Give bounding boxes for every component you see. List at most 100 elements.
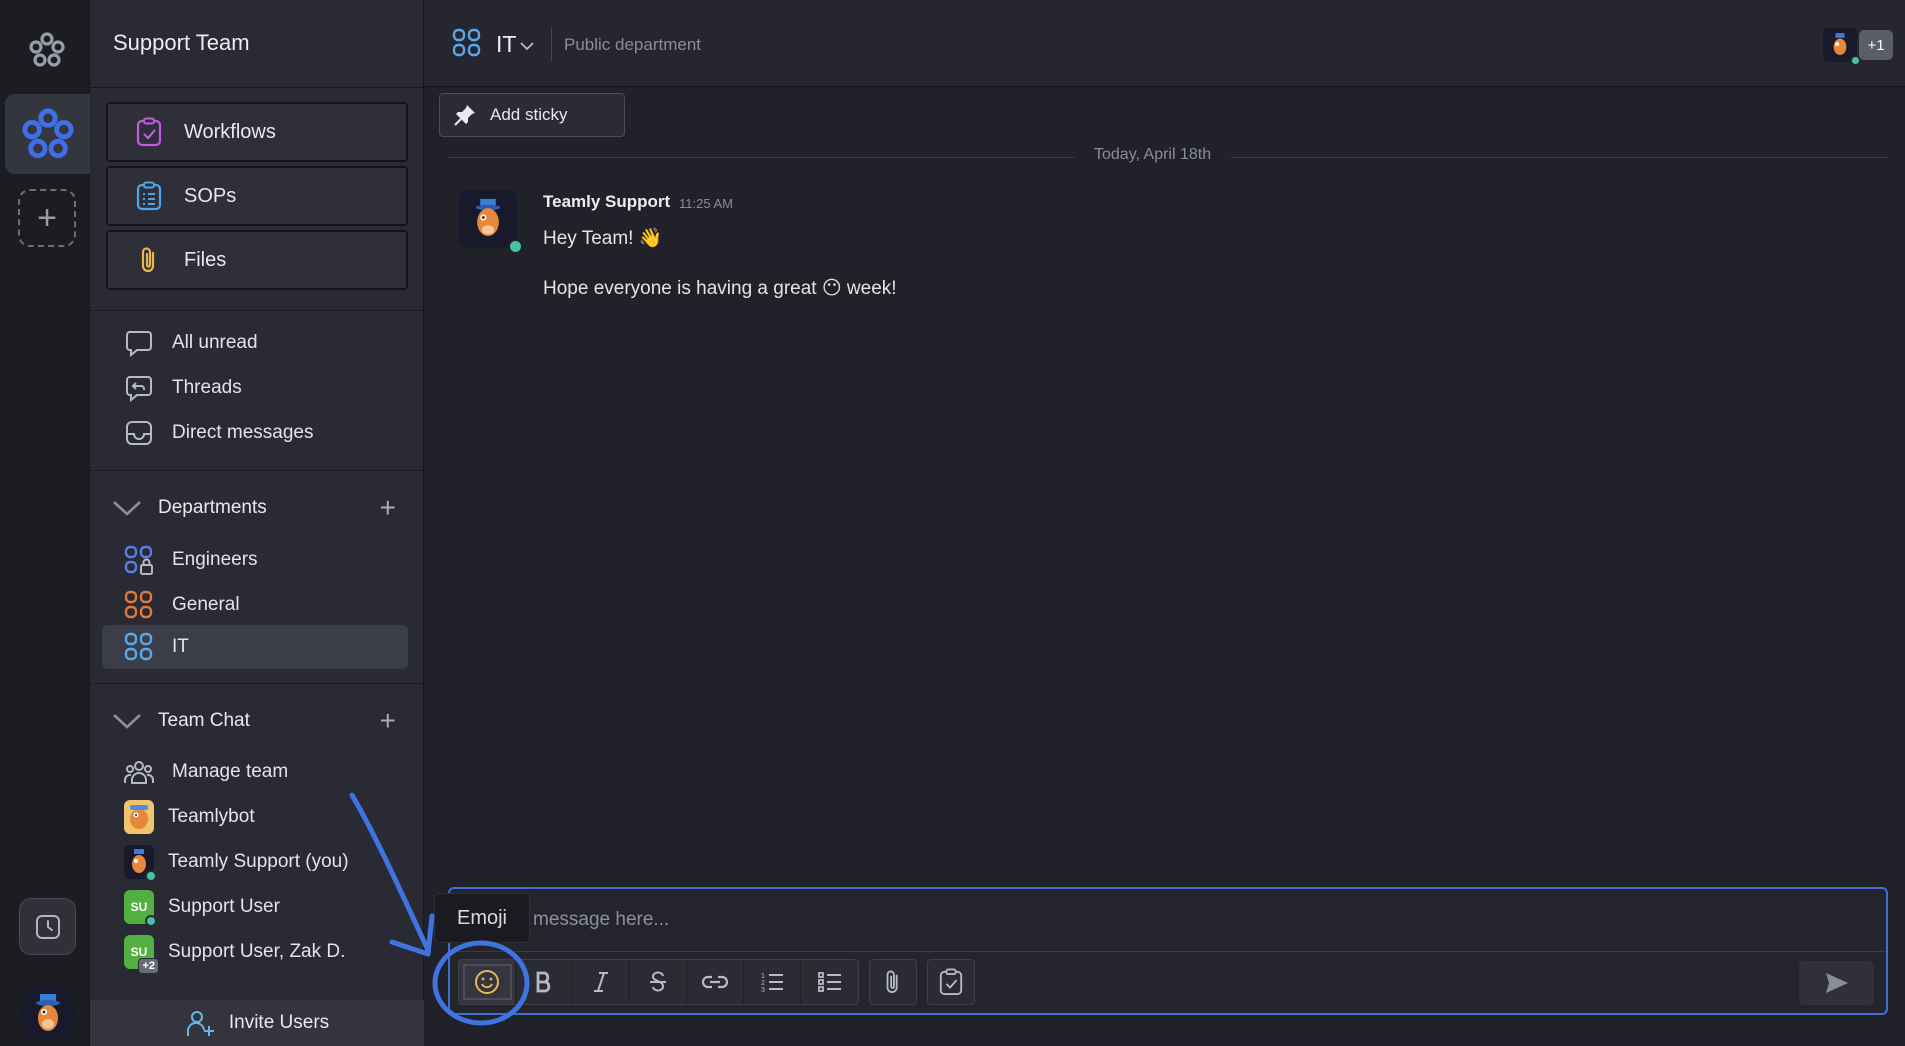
member-count-badge: +2 [138,958,159,974]
user-avatar[interactable] [20,986,76,1042]
svg-text:2: 2 [761,980,765,987]
files-label: Files [184,248,227,271]
chat-support-user[interactable]: SU Support User [102,887,408,927]
chat-label: Support User, Zak D. [168,941,346,962]
add-workspace-button[interactable]: + [18,189,76,247]
chat-label: Teamlybot [168,806,255,827]
nav-label: All unread [172,332,258,353]
department-general[interactable]: General [102,585,408,625]
task-icon [939,968,963,995]
chat-support-user-zak[interactable]: SU +2 Support User, Zak D. [102,932,408,974]
history-button[interactable] [19,898,76,955]
workspace-title: Support Team [113,30,250,55]
attach-button[interactable] [870,960,916,1004]
group-avatar: SU +2 [124,935,159,974]
bot-avatar [124,800,154,834]
more-members-button[interactable]: +1 [1859,30,1893,60]
nav-all-unread[interactable]: All unread [102,323,408,363]
threads-icon [124,373,154,403]
online-indicator [508,239,523,254]
message-input[interactable] [533,909,1633,931]
emoji-tooltip: Emoji [434,893,530,943]
chevron-down-icon [112,499,144,517]
member-avatar[interactable] [1823,28,1861,66]
workflows-button[interactable]: Workflows [106,102,408,162]
department-label: Engineers [172,549,258,570]
divider [90,310,424,311]
team-chat-title: Team Chat [158,710,250,731]
chat-teamly-support[interactable]: Teamly Support (you) [102,842,408,882]
send-button[interactable] [1799,961,1874,1005]
strikethrough-button[interactable] [630,960,687,1004]
sops-label: SOPs [184,184,237,207]
link-icon [701,975,729,989]
department-it[interactable]: IT [102,625,408,669]
workspace-rail: + [0,0,90,1046]
sops-button[interactable]: SOPs [106,166,408,226]
divider [551,28,552,62]
emoji-button[interactable] [459,960,516,1004]
strikethrough-icon [650,971,666,992]
ordered-list-button[interactable]: 123 [744,960,801,1004]
send-icon [1825,973,1848,993]
channel-header: IT Public department +1 [424,0,1905,87]
sidebar: Support Team Workflows SOPs Files All un… [90,0,424,1046]
app-logo-icon[interactable] [22,28,72,72]
avatar: SU [124,890,157,927]
workflows-label: Workflows [184,120,276,143]
ordered-list-icon: 123 [761,973,783,994]
chevron-down-icon [112,712,144,730]
manage-team[interactable]: Manage team [102,752,408,792]
department-locked-icon [124,545,154,575]
departments-header[interactable]: Departments + [102,490,408,526]
add-department-icon[interactable]: + [380,492,396,524]
clock-icon [35,914,60,939]
bullet-list-button[interactable] [801,960,858,1004]
nav-threads[interactable]: Threads [102,368,408,408]
team-chat-header[interactable]: Team Chat + [102,703,408,739]
workspace-logo-icon [21,108,74,159]
divider [450,951,1886,952]
link-button[interactable] [687,960,744,1004]
files-button[interactable]: Files [106,230,408,290]
message-author[interactable]: Teamly Support [543,192,670,212]
attach-icon [886,970,898,993]
nav-direct-messages[interactable]: Direct messages [102,413,408,453]
workspace-support-team[interactable] [5,94,90,174]
bold-button[interactable] [516,960,573,1004]
bold-icon [536,971,551,993]
divider [90,87,424,88]
invite-users-button[interactable]: Invite Users [90,1000,424,1046]
department-icon [124,590,154,620]
date-label: Today, April 18th [1074,146,1232,164]
online-indicator [145,870,157,882]
department-icon [452,28,482,63]
department-engineers[interactable]: Engineers [102,540,408,580]
channel-name[interactable]: IT [496,31,516,58]
divider [90,683,424,684]
message-text: Hey Team! 👋 [543,228,663,249]
divider [90,470,424,471]
support-avatar [124,845,157,882]
chevron-down-icon[interactable] [520,38,534,56]
online-indicator [145,915,157,927]
italic-button[interactable] [573,960,630,1004]
chat-bubble-icon [124,328,154,358]
svg-text:3: 3 [761,987,765,994]
workflow-icon [134,117,164,147]
invite-label: Invite Users [228,1012,330,1033]
chat-label: Manage team [172,761,289,782]
department-label: General [172,594,240,615]
chat-teamlybot[interactable]: Teamlybot [102,797,408,837]
task-button[interactable] [928,960,974,1004]
nav-label: Threads [172,377,242,398]
message-avatar[interactable] [459,190,523,254]
people-icon [124,757,154,787]
add-sticky-button[interactable]: Add sticky [439,93,625,137]
formatting-toolbar: 123 [458,958,985,1006]
add-chat-icon[interactable]: + [380,705,396,737]
department-icon [124,632,154,662]
add-user-icon [185,1009,215,1037]
bullet-list-icon [817,972,841,992]
add-sticky-label: Add sticky [490,105,568,124]
